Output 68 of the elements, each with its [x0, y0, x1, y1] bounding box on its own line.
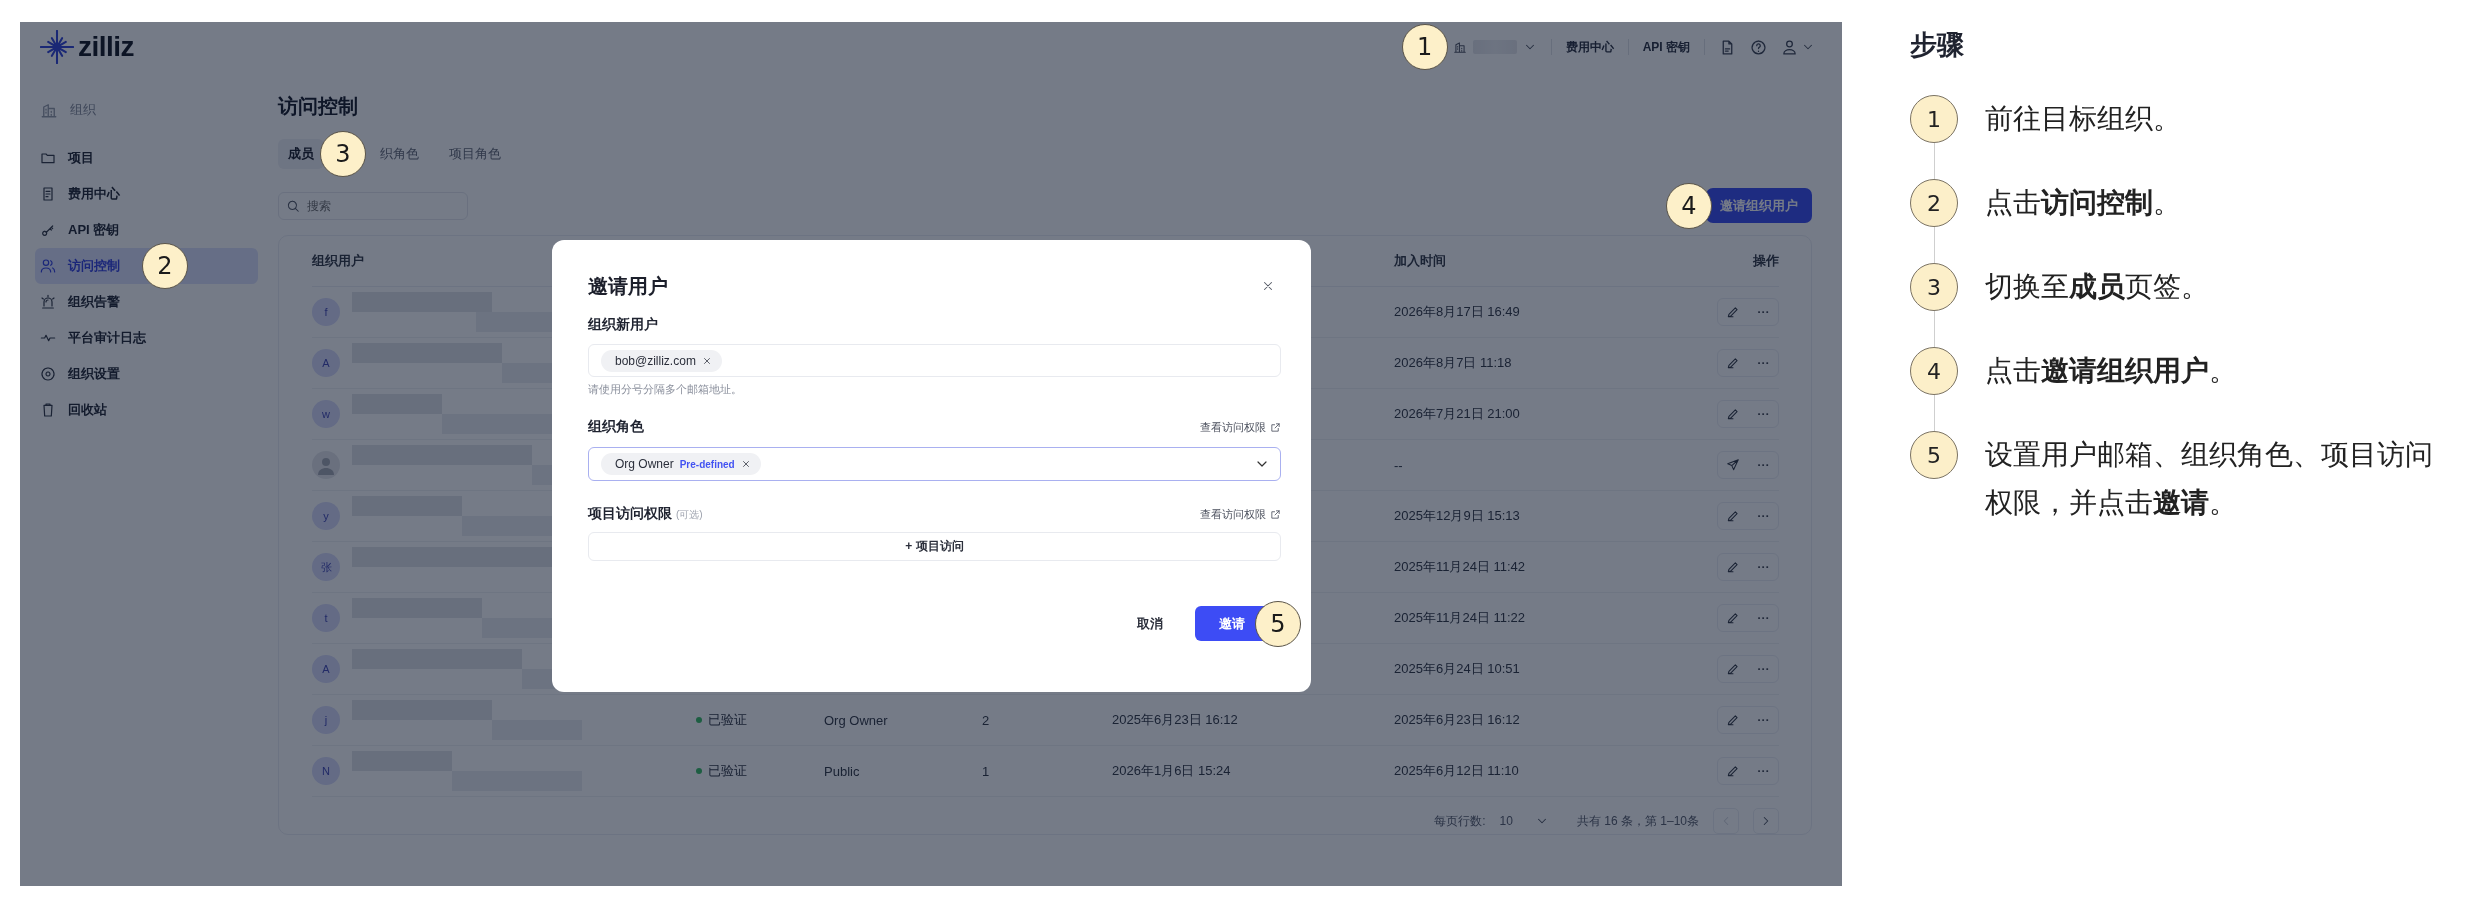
- dialog-title: 邀请用户: [588, 273, 668, 299]
- status-text: 已验证: [696, 711, 824, 729]
- avatar: w: [312, 400, 340, 428]
- table-cell-text: Org Owner: [824, 712, 889, 728]
- table-cell-text: 2: [982, 712, 991, 728]
- email-text: bob@zilliz.com: [615, 353, 696, 368]
- step-text: 切换至成员页签。: [1985, 270, 2210, 304]
- table-cell-text: 2025年12月9日 15:13: [1394, 507, 1521, 525]
- table-cell-text: --: [1394, 457, 1404, 473]
- step-number: 2: [1910, 179, 1958, 227]
- status-text: 已验证: [696, 762, 824, 780]
- field-label: 组织新用户: [588, 315, 659, 334]
- table-cell-text: 2025年11月24日 11:22: [1394, 609, 1527, 627]
- step-marker: 4: [1666, 182, 1712, 229]
- field-label: 组织角色: [588, 418, 644, 436]
- step-number: 4: [1910, 347, 1958, 395]
- column-header: 加入时间: [1394, 252, 1447, 270]
- page-title: 访问控制: [278, 94, 359, 119]
- table-cell-text: 1: [982, 763, 991, 779]
- step-number: 5: [1910, 431, 1958, 479]
- column-header: 操作: [1753, 252, 1779, 270]
- avatar: t: [312, 604, 340, 632]
- avatar: 张: [312, 553, 340, 581]
- sidebar-label: 费用中心: [68, 185, 120, 203]
- hint-text: 请使用分号分隔多个邮箱地址。: [588, 382, 743, 397]
- sidebar-label: 平台审计日志: [68, 329, 146, 347]
- pagination-summary: 共有 16 条，第 1–10条: [1576, 812, 1699, 830]
- table-cell-text: 2025年6月24日 10:51: [1394, 660, 1521, 678]
- avatar: y: [312, 502, 340, 530]
- sidebar-label: 回收站: [68, 401, 107, 419]
- table-cell-text: 2026年7月21日 21:00: [1394, 405, 1521, 423]
- table-cell-text: 2026年8月17日 16:49: [1394, 303, 1521, 321]
- step-text: 点击访问控制。: [1985, 186, 2182, 220]
- step-text: 前往目标组织。: [1985, 102, 2182, 136]
- table-cell-text: Public: [824, 763, 861, 779]
- logo-text: zilliz: [78, 31, 135, 63]
- rows-per-page-label: 每页行数:: [1434, 812, 1486, 830]
- step-marker: 1: [1401, 24, 1448, 70]
- table-cell-text: 2026年8月7日 11:18: [1394, 354, 1513, 372]
- field-label: 项目访问权限: [588, 505, 672, 523]
- role-tag: Pre-defined: [679, 458, 735, 470]
- table-cell-text: 2025年11月24日 11:42: [1394, 558, 1527, 576]
- sidebar-label: 项目: [68, 149, 94, 167]
- step-text: 点击邀请组织用户。: [1985, 354, 2238, 388]
- avatar: j: [312, 706, 340, 734]
- step-number: 1: [1910, 95, 1958, 143]
- avatar: N: [312, 757, 340, 785]
- optional-note: (可选): [676, 508, 703, 522]
- avatar: A: [312, 349, 340, 377]
- step-marker: 2: [142, 243, 188, 289]
- step-marker: 5: [1255, 600, 1301, 647]
- avatar: f: [312, 298, 340, 326]
- table-cell-text: 2025年6月23日 16:12: [1112, 711, 1239, 729]
- select-value: 10: [1499, 814, 1513, 828]
- sidebar-label: 组织设置: [68, 365, 120, 383]
- step-number: 3: [1910, 263, 1958, 311]
- role-name: Org Owner: [615, 457, 674, 471]
- table-cell-text: 2026年1月6日 15:24: [1112, 762, 1232, 780]
- table-cell-text: 2025年6月23日 16:12: [1394, 711, 1521, 729]
- step-marker: 3: [320, 131, 366, 177]
- table-cell-text: 2025年6月12日 11:10: [1394, 762, 1520, 780]
- avatar: A: [312, 655, 340, 683]
- sidebar-label: API 密钥: [68, 221, 120, 239]
- sidebar-label: 访问控制: [68, 257, 120, 275]
- step-text: 设置用户邮箱、组织角色、项目访问权限，并点击邀请。: [1985, 438, 2434, 520]
- sidebar-label: 组织告警: [68, 293, 120, 311]
- steps-title: 步骤: [1910, 29, 1965, 62]
- column-header: 组织用户: [312, 252, 365, 270]
